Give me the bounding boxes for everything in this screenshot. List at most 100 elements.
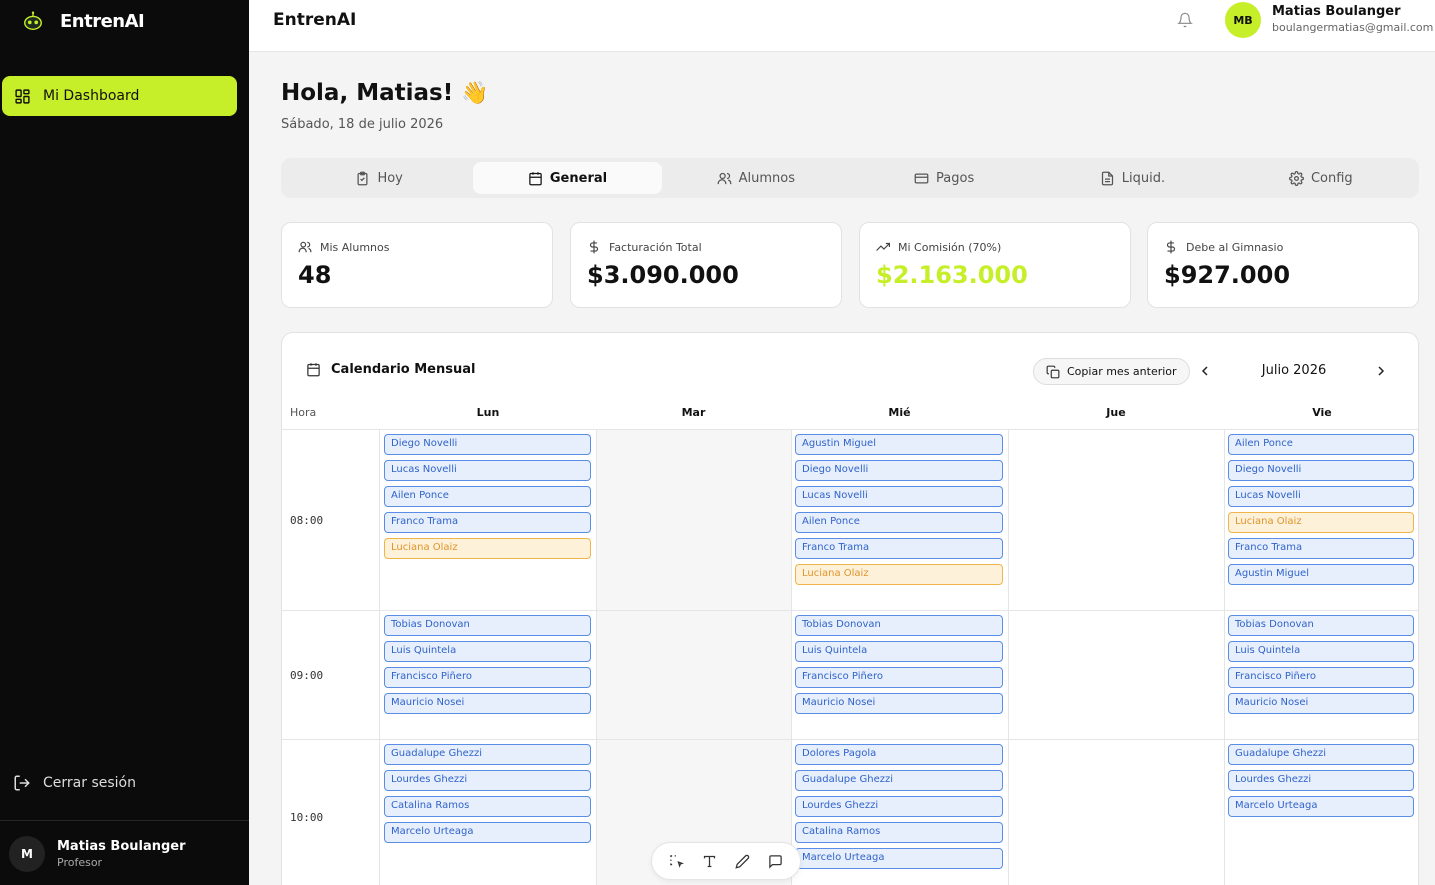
column-divider bbox=[379, 430, 380, 885]
class-slot[interactable]: Tobias Donovan bbox=[795, 615, 1003, 636]
class-slot[interactable]: Agustin Miguel bbox=[795, 434, 1003, 455]
class-slot[interactable]: Agustin Miguel bbox=[1228, 564, 1414, 585]
monthly-calendar: Calendario Mensual Copiar mes anterior J… bbox=[281, 332, 1419, 885]
stat-label-row: Facturación Total bbox=[587, 240, 702, 254]
greeting-text: Hola, Matias! bbox=[281, 80, 454, 106]
class-slot[interactable]: Lourdes Ghezzi bbox=[795, 796, 1003, 817]
copy-previous-month-button[interactable]: Copiar mes anterior bbox=[1033, 358, 1190, 385]
class-slot[interactable]: Guadalupe Ghezzi bbox=[795, 770, 1003, 791]
pencil-icon[interactable] bbox=[735, 854, 750, 869]
column-header-mie: Mié bbox=[888, 406, 911, 419]
class-slot[interactable]: Guadalupe Ghezzi bbox=[384, 744, 591, 765]
brand-name: EntrenAI bbox=[60, 10, 145, 32]
empty-day-column bbox=[596, 430, 791, 885]
calendar-icon bbox=[529, 171, 542, 185]
document-icon bbox=[1101, 171, 1113, 185]
chevron-right-icon[interactable] bbox=[1373, 363, 1389, 379]
tab-general[interactable]: General bbox=[473, 162, 662, 194]
class-slot[interactable]: Luis Quintela bbox=[795, 641, 1003, 662]
clipboard-icon bbox=[357, 171, 368, 185]
stat-value: $2.163.000 bbox=[876, 261, 1028, 289]
stat-label-row: Mis Alumnos bbox=[298, 240, 389, 254]
floating-toolbar bbox=[651, 842, 801, 880]
header-user-name: Matias Boulanger bbox=[1272, 4, 1401, 19]
logout-button[interactable]: Cerrar sesión bbox=[13, 774, 136, 792]
users-icon bbox=[717, 172, 731, 184]
column-divider bbox=[596, 430, 597, 885]
class-slot[interactable]: Diego Novelli bbox=[795, 460, 1003, 481]
class-slot[interactable]: Diego Novelli bbox=[384, 434, 591, 455]
chevron-left-icon[interactable] bbox=[1197, 363, 1213, 379]
bell-icon[interactable] bbox=[1177, 11, 1193, 29]
class-slot[interactable]: Guadalupe Ghezzi bbox=[1228, 744, 1414, 765]
time-label: 09:00 bbox=[290, 669, 324, 682]
sidebar: EntrenAI Mi Dashboard Cerrar sesión M Ma… bbox=[0, 0, 249, 885]
class-slot[interactable]: Luciana Olaiz bbox=[1228, 512, 1414, 533]
class-slot[interactable]: Francisco Piñero bbox=[795, 667, 1003, 688]
comment-icon[interactable] bbox=[768, 854, 783, 869]
page-title: Hola, Matias! 👋 bbox=[281, 80, 489, 106]
class-slot[interactable]: Marcelo Urteaga bbox=[384, 822, 591, 843]
stat-card-debe-gimnasio: Debe al Gimnasio $927.000 bbox=[1147, 222, 1419, 308]
class-slot[interactable]: Catalina Ramos bbox=[384, 796, 591, 817]
sidebar-item-dashboard[interactable]: Mi Dashboard bbox=[2, 76, 237, 116]
grid-divider bbox=[282, 429, 1418, 430]
column-divider bbox=[1008, 430, 1009, 885]
column-header-jue: Jue bbox=[1106, 406, 1126, 419]
class-slot[interactable]: Lucas Novelli bbox=[384, 460, 591, 481]
class-slot[interactable]: Lucas Novelli bbox=[795, 486, 1003, 507]
class-slot[interactable]: Ailen Ponce bbox=[1228, 434, 1414, 455]
class-slot[interactable]: Marcelo Urteaga bbox=[1228, 796, 1414, 817]
users-icon bbox=[298, 241, 312, 253]
sidebar-item-label: Mi Dashboard bbox=[43, 88, 140, 104]
class-slot[interactable]: Luis Quintela bbox=[384, 641, 591, 662]
select-area-icon[interactable] bbox=[669, 854, 684, 869]
tab-config[interactable]: Config bbox=[1227, 162, 1415, 194]
class-slot[interactable]: Ailen Ponce bbox=[795, 512, 1003, 533]
column-header-vie: Vie bbox=[1312, 406, 1332, 419]
class-slot[interactable]: Francisco Piñero bbox=[1228, 667, 1414, 688]
column-header-mar: Mar bbox=[681, 406, 706, 419]
class-slot[interactable]: Dolores Pagola bbox=[795, 744, 1003, 765]
tab-liquid[interactable]: Liquid. bbox=[1038, 162, 1226, 194]
class-slot[interactable]: Tobias Donovan bbox=[384, 615, 591, 636]
class-slot[interactable]: Franco Trama bbox=[795, 538, 1003, 559]
class-slot[interactable]: Francisco Piñero bbox=[384, 667, 591, 688]
class-slot[interactable]: Tobias Donovan bbox=[1228, 615, 1414, 636]
brand[interactable]: EntrenAI bbox=[22, 8, 145, 34]
class-slot[interactable]: Mauricio Nosei bbox=[384, 693, 591, 714]
class-slot[interactable]: Luciana Olaiz bbox=[795, 564, 1003, 585]
text-icon[interactable] bbox=[702, 854, 717, 869]
class-slot[interactable]: Diego Novelli bbox=[1228, 460, 1414, 481]
class-slot[interactable]: Ailen Ponce bbox=[384, 486, 591, 507]
sidebar-user-name: Matias Boulanger bbox=[57, 839, 186, 854]
sidebar-user-role: Profesor bbox=[57, 856, 103, 869]
calendar-title: Calendario Mensual bbox=[306, 362, 475, 377]
dollar-icon bbox=[589, 240, 599, 254]
column-header-lun: Lun bbox=[476, 406, 500, 419]
wave-emoji: 👋 bbox=[461, 80, 489, 106]
class-slot[interactable]: Lourdes Ghezzi bbox=[1228, 770, 1414, 791]
calendar-title-text: Calendario Mensual bbox=[331, 362, 476, 377]
class-slot[interactable]: Marcelo Urteaga bbox=[795, 848, 1003, 869]
tab-alumnos[interactable]: Alumnos bbox=[662, 162, 850, 194]
row-divider bbox=[282, 739, 1418, 740]
stat-label: Debe al Gimnasio bbox=[1186, 240, 1284, 254]
calendar-icon bbox=[307, 363, 320, 377]
class-slot[interactable]: Luciana Olaiz bbox=[384, 538, 591, 559]
class-slot[interactable]: Catalina Ramos bbox=[795, 822, 1003, 843]
stat-card-facturacion: Facturación Total $3.090.000 bbox=[570, 222, 842, 308]
class-slot[interactable]: Lucas Novelli bbox=[1228, 486, 1414, 507]
class-slot[interactable]: Mauricio Nosei bbox=[795, 693, 1003, 714]
avatar: M bbox=[9, 836, 45, 872]
class-slot[interactable]: Franco Trama bbox=[1228, 538, 1414, 559]
class-slot[interactable]: Mauricio Nosei bbox=[1228, 693, 1414, 714]
class-slot[interactable]: Luis Quintela bbox=[1228, 641, 1414, 662]
class-slot[interactable]: Lourdes Ghezzi bbox=[384, 770, 591, 791]
stat-label: Mis Alumnos bbox=[320, 240, 390, 254]
tab-hoy[interactable]: Hoy bbox=[285, 162, 473, 194]
stat-card-comision: Mi Comisión (70%) $2.163.000 bbox=[859, 222, 1131, 308]
tab-pagos[interactable]: Pagos bbox=[850, 162, 1038, 194]
header-avatar[interactable]: MB bbox=[1225, 2, 1261, 38]
class-slot[interactable]: Franco Trama bbox=[384, 512, 591, 533]
